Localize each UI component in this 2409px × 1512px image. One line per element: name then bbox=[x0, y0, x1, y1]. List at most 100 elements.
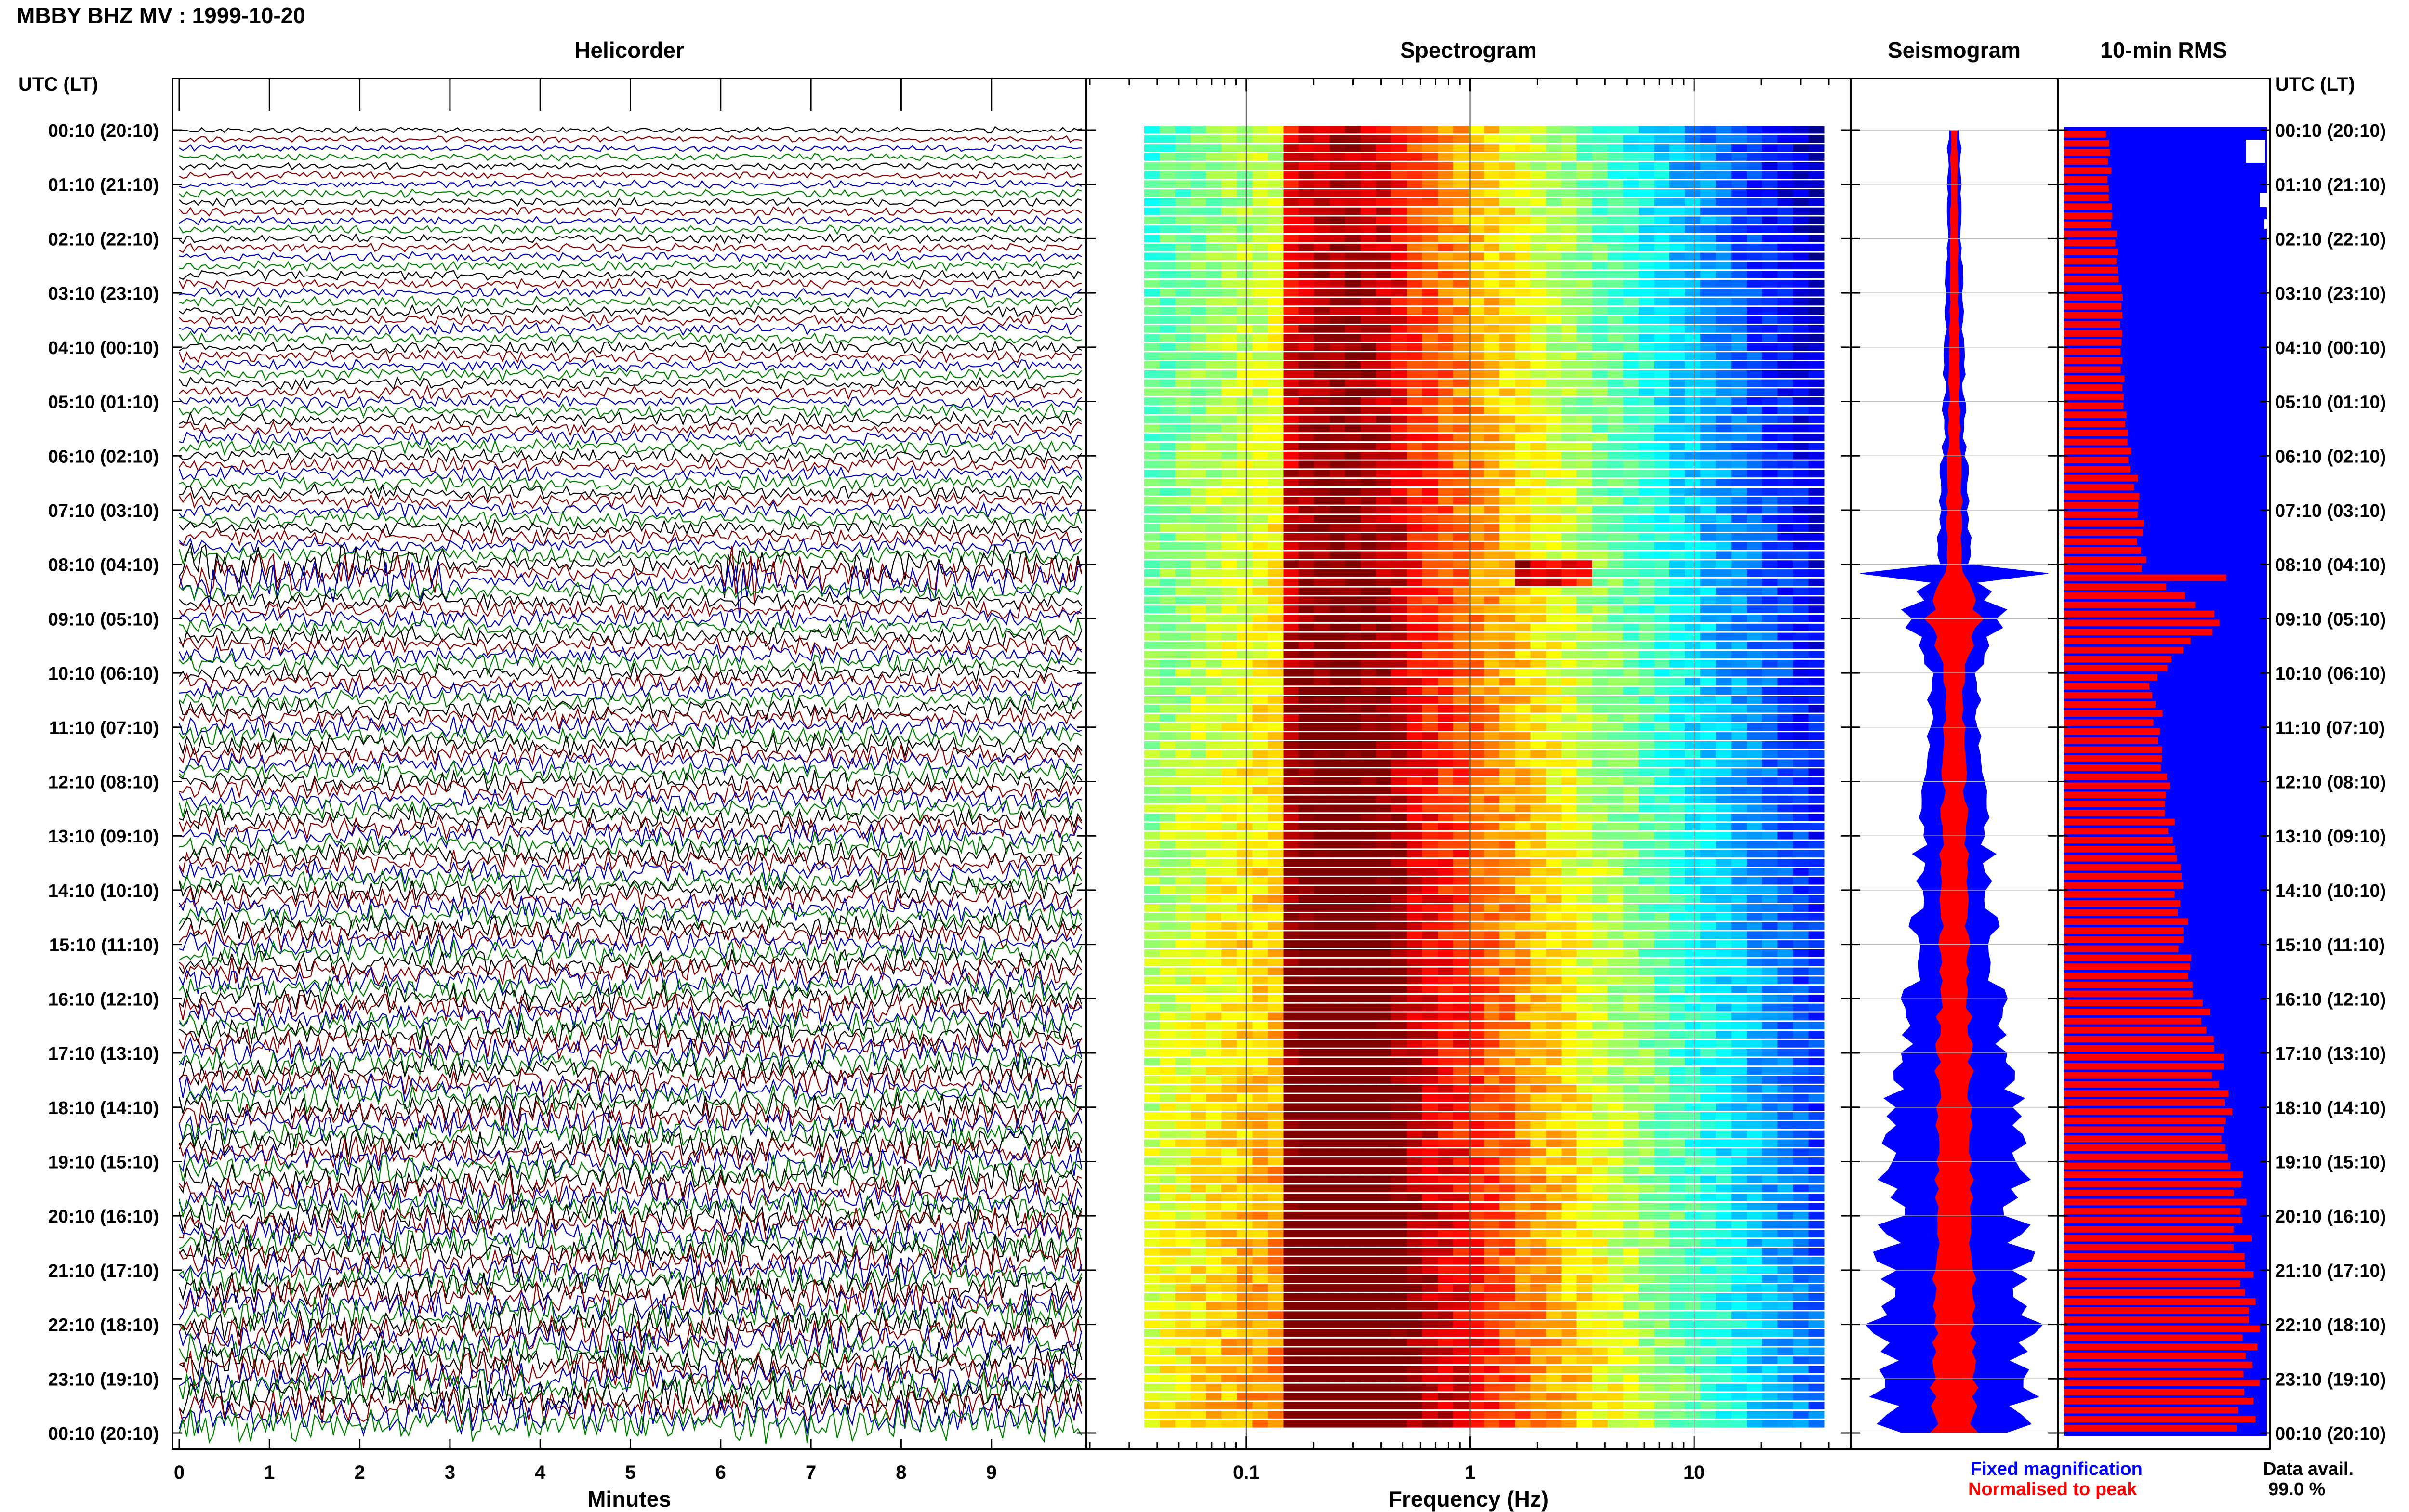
spectrogram-cell bbox=[1345, 1049, 1361, 1057]
spectrogram-cell bbox=[1747, 316, 1763, 324]
spectrogram-cell bbox=[1592, 144, 1608, 152]
spectrogram-cell bbox=[1623, 967, 1639, 975]
spectrogram-cell bbox=[1329, 1067, 1346, 1075]
spectrogram-cell bbox=[1391, 759, 1407, 767]
spectrogram-cell bbox=[1391, 126, 1407, 134]
spectrogram-cell bbox=[1546, 524, 1562, 532]
spectrogram-cell bbox=[1252, 451, 1269, 460]
spectrogram-cell bbox=[1221, 850, 1238, 858]
spectrogram-cell bbox=[1268, 786, 1284, 794]
spectrogram-cell bbox=[1376, 542, 1392, 550]
spectrogram-cell bbox=[1499, 596, 1516, 605]
spectrogram-cell bbox=[1283, 1094, 1299, 1102]
spectrogram-cell bbox=[1175, 605, 1191, 613]
spectrogram-cell bbox=[1793, 397, 1809, 405]
spectrogram-cell bbox=[1793, 352, 1809, 360]
spectrogram-cell bbox=[1391, 913, 1407, 921]
spectrogram-cell bbox=[1175, 831, 1191, 840]
spectrogram-cell bbox=[1422, 506, 1438, 514]
spectrogram-cell bbox=[1576, 831, 1593, 840]
spectrogram-cell bbox=[1407, 976, 1423, 985]
spectrogram-cell bbox=[1669, 162, 1685, 170]
spectrogram-cell bbox=[1731, 1012, 1747, 1021]
spectrogram-cell bbox=[1360, 578, 1377, 586]
spectrogram-cell bbox=[1654, 144, 1670, 152]
spectrogram-cell bbox=[1530, 406, 1547, 414]
spectrogram-cell bbox=[1407, 696, 1423, 704]
spectrogram-cell bbox=[1638, 1022, 1655, 1030]
spectrogram-cell bbox=[1283, 1067, 1299, 1075]
spectrogram-cell bbox=[1252, 1076, 1269, 1084]
spectrogram-cell bbox=[1469, 596, 1485, 605]
spectrogram-cell bbox=[1777, 325, 1794, 333]
spectrogram-cell bbox=[1561, 831, 1577, 840]
spectrogram-cell bbox=[1747, 804, 1763, 813]
helicorder-trace bbox=[179, 590, 1082, 611]
helicorder-plot bbox=[178, 126, 1083, 1444]
spectrogram-cell bbox=[1576, 949, 1593, 957]
spectrogram-cell bbox=[1607, 651, 1624, 658]
spectrogram-cell bbox=[1576, 877, 1593, 885]
spectrogram-cell bbox=[1237, 524, 1253, 532]
spectrogram-cell bbox=[1700, 877, 1716, 885]
spectrogram-cell bbox=[1654, 587, 1670, 595]
spectrogram-cell bbox=[1762, 225, 1778, 233]
spectrogram-cell bbox=[1654, 976, 1670, 985]
spectrogram-cell bbox=[1175, 859, 1191, 867]
spectrogram-cell bbox=[1808, 659, 1825, 668]
spectrogram-cell bbox=[1175, 144, 1191, 152]
spectrogram-cell bbox=[1283, 316, 1299, 324]
spectrogram-cell bbox=[1638, 632, 1655, 641]
spectrogram-cell bbox=[1314, 243, 1330, 251]
spectrogram-cell bbox=[1777, 823, 1794, 830]
spectrogram-cell bbox=[1576, 216, 1593, 224]
spectrogram-cell bbox=[1546, 904, 1562, 912]
spectrogram-cell bbox=[1298, 705, 1315, 713]
spectrogram-cell bbox=[1530, 768, 1547, 776]
spectrogram-cell bbox=[1329, 497, 1346, 505]
spectrogram-cell bbox=[1546, 786, 1562, 794]
spectrogram-cell bbox=[1360, 642, 1377, 650]
spectrogram-cell bbox=[1669, 289, 1685, 297]
spectrogram-cell bbox=[1160, 940, 1176, 948]
spectrogram-cell bbox=[1515, 243, 1531, 251]
spectrogram-cell bbox=[1237, 126, 1253, 134]
spectrogram-cell bbox=[1422, 750, 1438, 758]
spectrogram-cell bbox=[1175, 922, 1191, 930]
spectrogram-cell bbox=[1808, 153, 1825, 161]
spectrogram-cell bbox=[1345, 823, 1361, 830]
spectrogram-cell bbox=[1206, 877, 1222, 885]
spectrogram-cell bbox=[1407, 198, 1423, 206]
spectrogram-cell bbox=[1669, 732, 1685, 740]
spectrogram-cell bbox=[1407, 759, 1423, 767]
spectrogram-cell bbox=[1623, 759, 1639, 767]
spectrogram-cell bbox=[1345, 271, 1361, 278]
spectrogram-cell bbox=[1360, 976, 1377, 985]
spectrogram-cell bbox=[1638, 497, 1655, 505]
spectrogram-cell bbox=[1298, 615, 1315, 622]
spectrogram-cell bbox=[1237, 551, 1253, 559]
spectrogram-cell bbox=[1669, 434, 1685, 442]
spectrogram-cell bbox=[1438, 497, 1454, 505]
spectrogram-cell bbox=[1314, 859, 1330, 867]
spectrogram-cell bbox=[1484, 343, 1500, 351]
spectrogram-cell bbox=[1530, 515, 1547, 523]
spectrogram-cell bbox=[1607, 714, 1624, 722]
spectrogram-cell bbox=[1546, 1022, 1562, 1030]
spectrogram-cell bbox=[1175, 823, 1191, 830]
spectrogram-cell bbox=[1762, 759, 1778, 767]
spectrogram-cell bbox=[1638, 759, 1655, 767]
spectrogram-cell bbox=[1391, 361, 1407, 369]
spectrogram-cell bbox=[1793, 632, 1809, 641]
spectrogram-cell bbox=[1777, 542, 1794, 550]
spectrogram-cell bbox=[1191, 587, 1206, 595]
spectrogram-cell bbox=[1623, 1039, 1639, 1048]
spectrogram-cell bbox=[1206, 850, 1222, 858]
spectrogram-cell bbox=[1592, 913, 1608, 921]
spectrogram-cell bbox=[1716, 750, 1732, 758]
spectrogram-cell bbox=[1484, 424, 1500, 433]
spectrogram-cell bbox=[1515, 759, 1531, 767]
spectrogram-cell bbox=[1793, 307, 1809, 315]
spectrogram-cell bbox=[1191, 180, 1206, 188]
spectrogram-cell bbox=[1484, 207, 1500, 215]
